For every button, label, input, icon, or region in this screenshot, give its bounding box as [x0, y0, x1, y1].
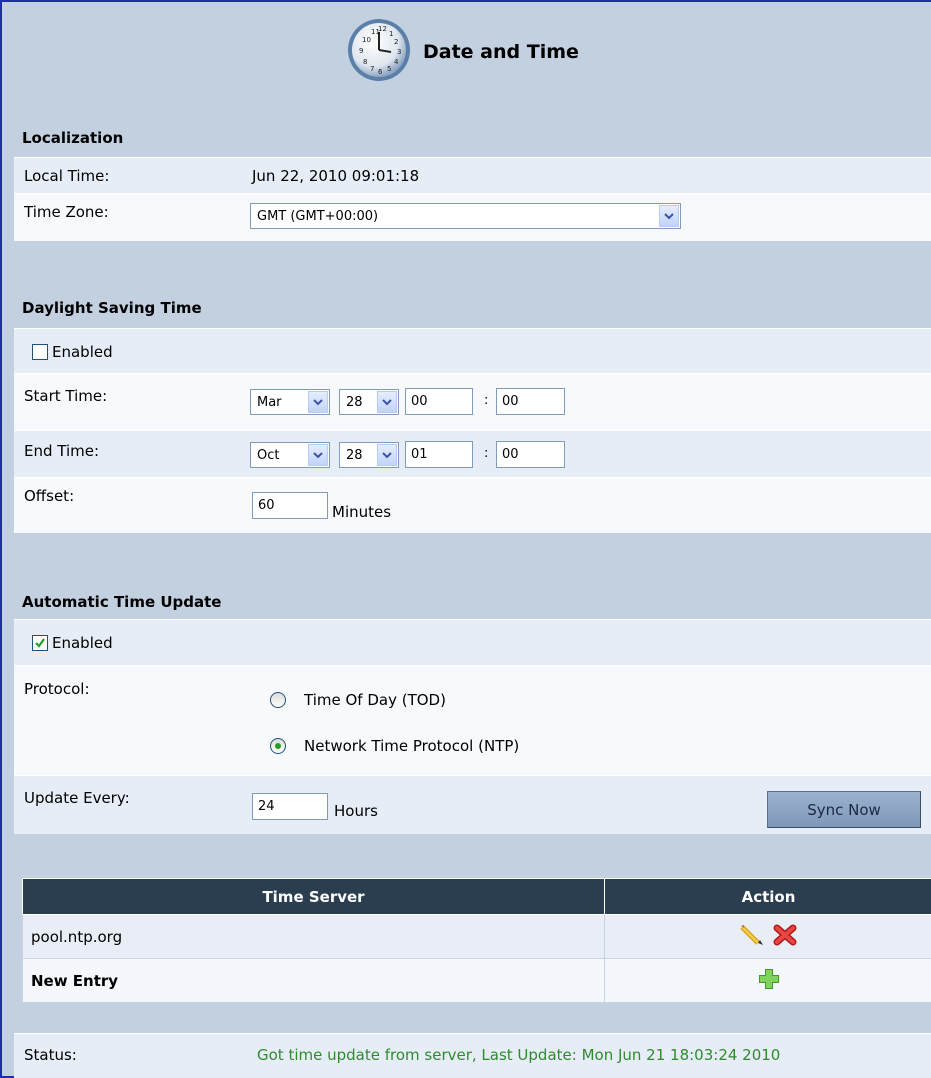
new-entry-label: New Entry: [22, 958, 605, 1003]
auto-update-section-title: Automatic Time Update: [22, 593, 222, 611]
svg-text:10: 10: [362, 36, 371, 44]
end-time-label: End Time:: [24, 442, 100, 460]
end-time-row: End Time: Oct 28 01 : 00: [14, 430, 931, 477]
svg-text:5: 5: [387, 65, 391, 73]
start-colon: :: [484, 393, 489, 408]
auto-update-enabled-row: Enabled: [14, 619, 931, 665]
svg-text:8: 8: [363, 58, 367, 66]
offset-input[interactable]: 60: [252, 492, 328, 519]
svg-text:6: 6: [378, 68, 383, 76]
protocol-option-tod[interactable]: Time Of Day (TOD): [270, 691, 446, 709]
chevron-down-icon: [308, 444, 328, 466]
time-zone-row: Time Zone: GMT (GMT+00:00): [14, 193, 931, 241]
row-actions: [604, 958, 931, 1003]
edit-pencil-icon[interactable]: [739, 923, 765, 951]
delete-x-icon[interactable]: [772, 923, 798, 951]
offset-unit: Minutes: [332, 503, 392, 521]
protocol-label: Protocol:: [24, 680, 90, 698]
svg-text:12: 12: [378, 25, 387, 33]
start-month-value: Mar: [257, 394, 282, 410]
offset-row: Offset: 60 Minutes: [14, 477, 931, 533]
local-time-label: Local Time:: [24, 167, 110, 185]
start-day-select[interactable]: 28: [339, 389, 399, 415]
checkmark-icon: [35, 638, 45, 648]
start-time-label: Start Time:: [24, 387, 108, 405]
start-hour-input[interactable]: 00: [405, 388, 473, 415]
offset-label: Offset:: [24, 487, 75, 505]
server-name: pool.ntp.org: [22, 914, 605, 959]
radio-ntp[interactable]: [270, 738, 286, 754]
chevron-down-icon: [377, 444, 397, 466]
time-zone-select[interactable]: GMT (GMT+00:00): [250, 203, 681, 229]
date-time-panel: 11 12 10 1 2 9 3 8 4 7 5 6 Date and Time…: [0, 0, 931, 1078]
protocol-option-ntp[interactable]: Network Time Protocol (NTP): [270, 737, 519, 755]
dst-enabled-row: Enabled: [14, 328, 931, 373]
sync-now-button[interactable]: Sync Now: [767, 791, 921, 828]
auto-update-enabled-checkbox[interactable]: [32, 635, 48, 651]
end-month-select[interactable]: Oct: [250, 442, 330, 468]
col-action: Action: [604, 878, 931, 915]
update-every-input[interactable]: 24: [252, 793, 328, 820]
end-day-select[interactable]: 28: [339, 442, 399, 468]
svg-text:1: 1: [389, 30, 393, 38]
update-every-row: Update Every: 24 Hours Sync Now: [14, 775, 931, 834]
local-time-row: Local Time: Jun 22, 2010 09:01:18: [14, 157, 931, 193]
svg-text:9: 9: [359, 47, 363, 55]
localization-section-title: Localization: [22, 129, 124, 147]
add-plus-icon[interactable]: [756, 966, 782, 996]
status-row: Status: Got time update from server, Las…: [14, 1033, 931, 1078]
start-time-row: Start Time: Mar 28 00 : 00: [14, 373, 931, 430]
svg-text:2: 2: [394, 38, 398, 46]
dst-enabled-label: Enabled: [52, 343, 113, 361]
auto-update-enabled-label: Enabled: [52, 634, 113, 652]
page-title: Date and Time: [423, 41, 579, 63]
dst-section-title: Daylight Saving Time: [22, 299, 202, 317]
row-actions: [604, 914, 931, 959]
svg-text:4: 4: [394, 58, 399, 66]
status-value: Got time update from server, Last Update…: [257, 1046, 781, 1064]
start-minute-input[interactable]: 00: [496, 388, 565, 415]
time-zone-label: Time Zone:: [24, 203, 109, 221]
page-header: 11 12 10 1 2 9 3 8 4 7 5 6 Date and Time: [345, 12, 579, 92]
dst-enabled-checkbox[interactable]: [32, 344, 48, 360]
protocol-option-tod-label: Time Of Day (TOD): [304, 691, 446, 709]
clock-icon: 11 12 10 1 2 9 3 8 4 7 5 6: [345, 16, 413, 88]
svg-text:3: 3: [397, 48, 401, 56]
local-time-value: Jun 22, 2010 09:01:18: [252, 167, 420, 185]
chevron-down-icon: [377, 391, 397, 413]
update-every-label: Update Every:: [24, 789, 130, 807]
end-minute-input[interactable]: 00: [496, 441, 565, 468]
start-day-value: 28: [346, 394, 363, 410]
chevron-down-icon: [659, 205, 679, 227]
table-row: pool.ntp.org: [22, 914, 931, 959]
update-every-unit: Hours: [334, 802, 378, 820]
time-zone-value: GMT (GMT+00:00): [257, 208, 379, 224]
end-day-value: 28: [346, 447, 363, 463]
time-server-table: Time Server Action pool.ntp.org New Entr…: [22, 878, 931, 1003]
svg-text:7: 7: [370, 65, 374, 73]
protocol-option-ntp-label: Network Time Protocol (NTP): [304, 737, 520, 755]
chevron-down-icon: [308, 391, 328, 413]
end-month-value: Oct: [257, 447, 280, 463]
end-hour-input[interactable]: 01: [405, 441, 473, 468]
start-month-select[interactable]: Mar: [250, 389, 330, 415]
col-time-server: Time Server: [22, 878, 605, 915]
radio-tod[interactable]: [270, 692, 286, 708]
table-row: New Entry: [22, 958, 931, 1003]
end-colon: :: [484, 446, 489, 461]
status-label: Status:: [24, 1046, 77, 1064]
protocol-row: Protocol: Time Of Day (TOD) Network Time…: [14, 665, 931, 775]
